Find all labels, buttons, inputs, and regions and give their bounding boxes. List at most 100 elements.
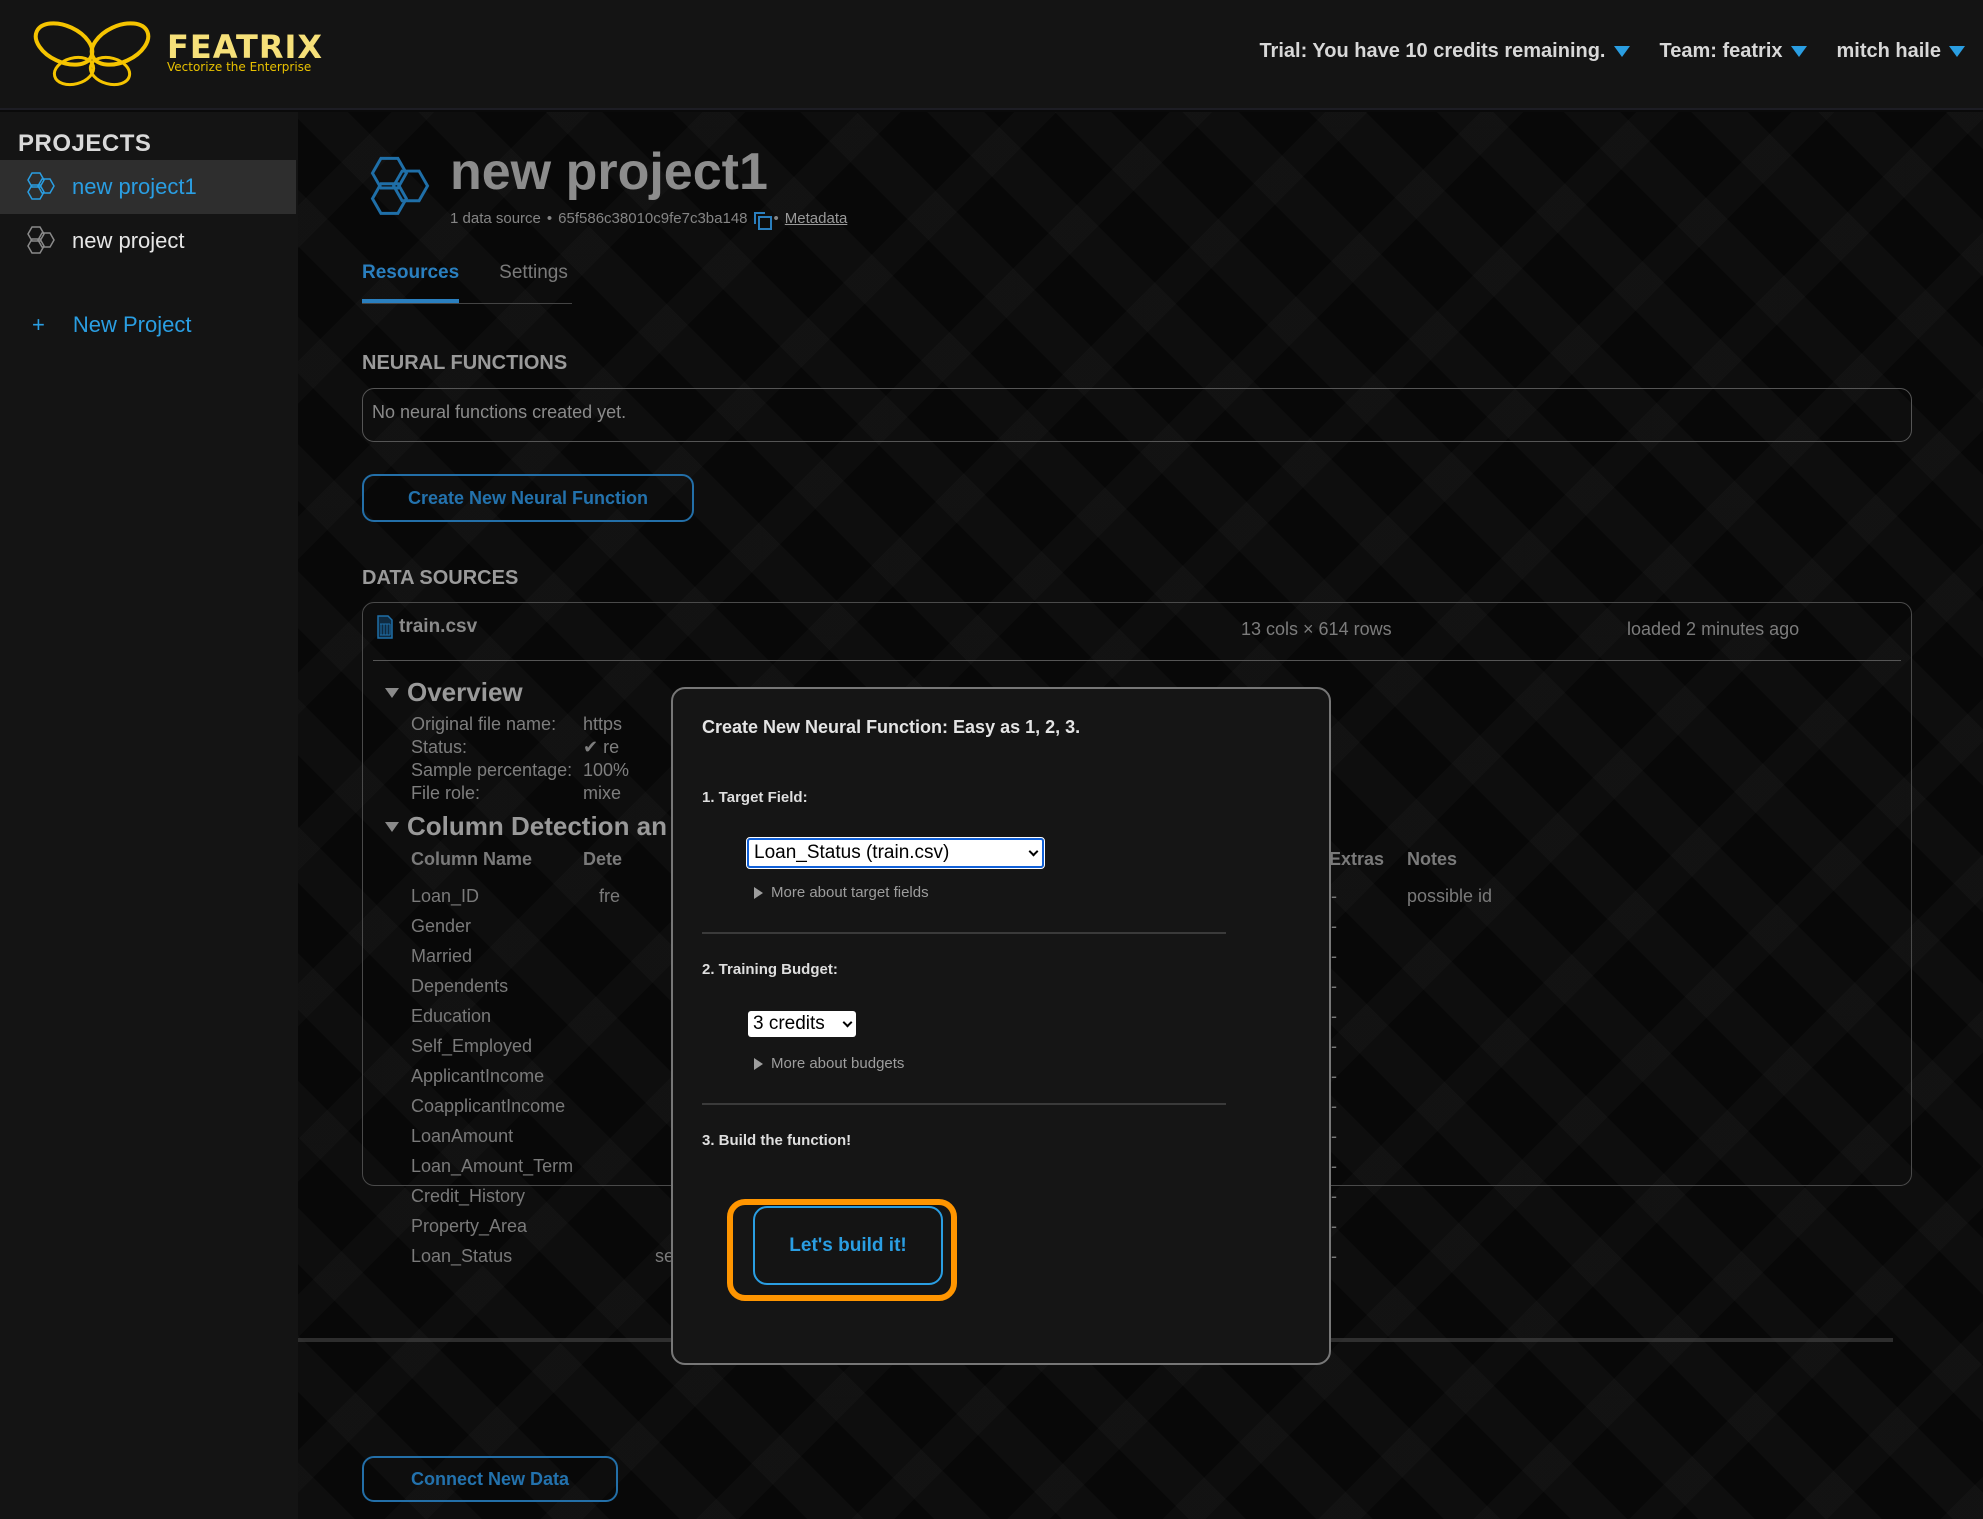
- cell-detected-type: fre: [599, 886, 621, 906]
- column-detection-toggle[interactable]: Column Detection an: [385, 811, 667, 842]
- data-sources-heading: DATA SOURCES: [362, 567, 519, 589]
- hexagon-cluster-icon: [27, 226, 55, 254]
- overview-label: File role:: [411, 783, 481, 803]
- create-neural-function-button[interactable]: Create New Neural Function: [362, 474, 694, 522]
- separator: •: [773, 210, 779, 227]
- cell-column-name: Loan_Amount_Term: [411, 1156, 574, 1176]
- cell-extras: -: [1331, 886, 1337, 906]
- overview-value: 100%: [583, 760, 630, 780]
- top-nav: Trial: You have 10 credits remaining. Te…: [1259, 40, 1965, 63]
- cell-column-name: Gender: [411, 916, 472, 936]
- tab-resources[interactable]: Resources: [362, 262, 460, 303]
- metadata-link[interactable]: Metadata: [785, 210, 848, 227]
- overview-value: https: [583, 714, 623, 734]
- cell-extras: -: [1331, 1006, 1337, 1026]
- col-header-extras: Extras: [1329, 849, 1385, 869]
- triangle-right-icon: [754, 1057, 763, 1070]
- sidebar-title: PROJECTS: [18, 130, 152, 157]
- more-about-budgets[interactable]: More about budgets: [754, 1055, 904, 1072]
- training-budget-select[interactable]: 3 credits: [748, 1011, 856, 1037]
- project-label: new project1: [72, 174, 197, 199]
- file-loaded-time: loaded 2 minutes ago: [1627, 619, 1800, 639]
- team-menu[interactable]: Team: featrix: [1660, 40, 1807, 63]
- sidebar: PROJECTS new project1 new project + New …: [0, 112, 298, 1519]
- divider: [702, 1103, 1226, 1105]
- cell-column-name: Dependents: [411, 976, 509, 996]
- column-detection-heading: Column Detection an: [407, 811, 668, 841]
- featrix-logo-icon: [33, 21, 151, 87]
- training-budget-value: 3 credits: [753, 1013, 825, 1034]
- project-label: new project: [72, 228, 185, 253]
- more-about-target-fields[interactable]: More about target fields: [754, 884, 929, 901]
- top-bar: FEATRIX Vectorize the Enterprise Trial: …: [0, 0, 1983, 110]
- plus-icon: +: [32, 312, 45, 337]
- project-tabs: Resources Settings: [362, 262, 572, 304]
- sidebar-item-new-project[interactable]: new project: [0, 214, 296, 268]
- col-header-notes: Notes: [1407, 849, 1458, 869]
- divider: [373, 660, 1901, 661]
- sidebar-item-new-project1[interactable]: new project1: [0, 160, 296, 214]
- build-function-button[interactable]: Let's build it!: [753, 1206, 943, 1285]
- page-title: new project1: [450, 143, 768, 201]
- new-project-label: New Project: [72, 312, 192, 337]
- trial-credits-menu[interactable]: Trial: You have 10 credits remaining.: [1259, 40, 1630, 63]
- cell-column-name: CoapplicantIncome: [411, 1096, 566, 1116]
- cell-extras: -: [1331, 1156, 1337, 1176]
- target-field-value: Loan_Status (train.csv): [754, 842, 950, 863]
- cell-extras: -: [1331, 1036, 1337, 1056]
- overview-toggle[interactable]: Overview: [385, 677, 523, 708]
- step-target-label: 1. Target Field:: [702, 789, 808, 806]
- cell-notes: possible id: [1407, 886, 1493, 906]
- user-menu[interactable]: mitch haile: [1837, 40, 1965, 63]
- hexagon-cluster-icon: [370, 156, 430, 215]
- overview-label: Sample percentage:: [411, 760, 573, 780]
- neural-functions-list: No neural functions created yet.: [362, 388, 1912, 442]
- cell-column-name: ApplicantIncome: [411, 1066, 545, 1086]
- cell-column-name: Loan_ID: [411, 886, 480, 906]
- chevron-down-icon: [1028, 846, 1039, 856]
- target-field-select[interactable]: Loan_Status (train.csv): [746, 837, 1045, 869]
- step-budget-label: 2. Training Budget:: [702, 961, 838, 978]
- caret-down-icon: [1949, 46, 1965, 57]
- caret-down-icon: [1613, 46, 1630, 57]
- cell-column-name: Property_Area: [411, 1216, 528, 1236]
- connect-new-data-button[interactable]: Connect New Data: [362, 1456, 618, 1502]
- data-source-header[interactable]: train.csv: [377, 615, 477, 639]
- more-label: More about target fields: [771, 884, 929, 901]
- divider: [702, 932, 1226, 934]
- triangle-down-icon: [385, 821, 399, 832]
- col-header-detected: Dete: [583, 849, 623, 869]
- separator: •: [546, 210, 553, 227]
- cell-extras: -: [1331, 1216, 1337, 1236]
- step-build-label: 3. Build the function!: [702, 1132, 852, 1149]
- neural-functions-heading: NEURAL FUNCTIONS: [362, 352, 568, 374]
- project-id: 65f586c38010c9fe7c3ba148: [558, 210, 748, 227]
- project-subtitle: 1 data source • 65f586c38010c9fe7c3ba148…: [450, 210, 848, 230]
- triangle-right-icon: [754, 886, 763, 899]
- cell-extras: -: [1331, 1246, 1337, 1266]
- user-name: mitch haile: [1836, 40, 1941, 62]
- create-neural-function-dialog: Create New Neural Function: Easy as 1, 2…: [671, 687, 1331, 1365]
- cell-column-name: Loan_Status: [411, 1246, 513, 1266]
- data-source-count: 1 data source: [450, 210, 541, 227]
- col-header-name: Column Name: [411, 849, 533, 869]
- copy-icon[interactable]: [753, 211, 772, 230]
- new-project-button[interactable]: + New Project: [32, 312, 191, 338]
- overview-heading: Overview: [407, 677, 523, 707]
- cell-extras: -: [1331, 1186, 1337, 1206]
- triangle-down-icon: [385, 687, 399, 698]
- overview-label: Status:: [411, 737, 468, 757]
- cell-column-name: Credit_History: [411, 1186, 526, 1206]
- tab-settings[interactable]: Settings: [499, 262, 568, 303]
- cell-extras: -: [1331, 1066, 1337, 1086]
- cell-extras: -: [1331, 976, 1337, 996]
- csv-file-icon: [377, 615, 393, 639]
- caret-down-icon: [1790, 46, 1807, 57]
- file-name: train.csv: [399, 616, 478, 637]
- file-dimensions: 13 cols × 614 rows: [1241, 619, 1392, 639]
- overview-value: mixe: [583, 783, 622, 803]
- cell-extras: -: [1331, 1096, 1337, 1116]
- brand-tagline: Vectorize the Enterprise: [167, 60, 312, 74]
- chevron-down-icon: [842, 1017, 853, 1027]
- cell-extras: -: [1331, 916, 1337, 936]
